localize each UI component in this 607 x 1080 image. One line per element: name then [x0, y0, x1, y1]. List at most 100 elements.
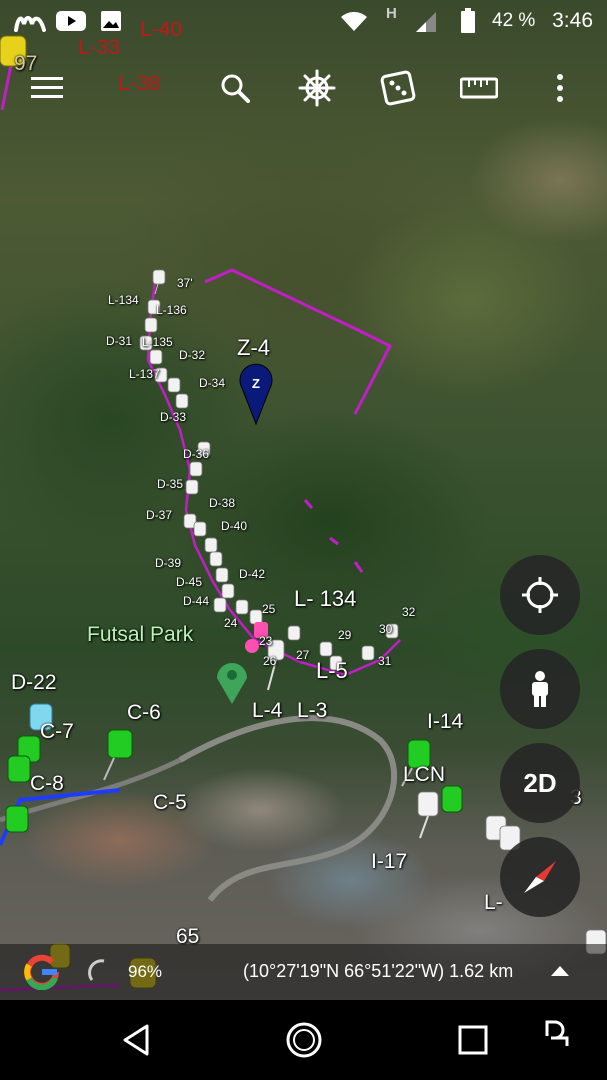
label-l3: L-3 — [297, 699, 328, 722]
label-d31: D-31 — [106, 334, 133, 348]
label-l5: L-5 — [316, 658, 348, 683]
loading-spinner-icon — [88, 959, 105, 981]
feeling-lucky-button[interactable] — [376, 66, 420, 110]
label-futsal-park: Futsal Park — [87, 623, 194, 646]
label-32: 32 — [402, 605, 416, 619]
pushpin — [167, 377, 181, 393]
label-30: 30 — [379, 622, 393, 636]
label-d44: D-44 — [183, 594, 210, 608]
pushpin — [175, 393, 189, 409]
street-view-button[interactable] — [500, 649, 580, 729]
road — [178, 715, 398, 902]
label-24: 24 — [224, 616, 238, 630]
label-23: 23 — [259, 634, 273, 648]
network-type: H — [386, 5, 397, 22]
label-26: 26 — [263, 654, 277, 668]
signal-icon — [416, 12, 436, 32]
label-d39: D-39 — [155, 556, 182, 570]
pushpin — [7, 755, 31, 783]
search-icon — [221, 74, 250, 103]
label-31: 31 — [378, 654, 392, 668]
navigation-bar — [0, 1000, 607, 1080]
my-location-button[interactable] — [500, 555, 580, 635]
label-d37: D-37 — [146, 508, 173, 522]
pushpin — [221, 583, 235, 599]
google-g-logo — [24, 954, 59, 990]
pushpin — [287, 625, 301, 641]
label-lcn: LCN — [403, 763, 446, 786]
pushpin — [144, 317, 158, 333]
pegman-icon — [532, 671, 548, 707]
caret-up-icon[interactable] — [551, 966, 569, 978]
label-c5: C-5 — [153, 791, 187, 814]
z4-pin[interactable]: Z — [239, 363, 273, 426]
place-marker[interactable] — [217, 663, 247, 704]
z4-pin-letter: Z — [252, 376, 260, 391]
label-d42: D-42 — [239, 567, 266, 581]
menu-icon — [31, 77, 63, 98]
clock: 3:46 — [552, 9, 593, 32]
label-d36: D-36 — [183, 447, 210, 461]
back-triangle-icon[interactable] — [117, 1020, 157, 1060]
boundary-topleft — [0, 59, 14, 111]
load-percent: 96% — [128, 962, 163, 981]
home-circle-icon[interactable] — [284, 1020, 324, 1060]
label-d33: D-33 — [160, 410, 187, 424]
pushpin — [193, 521, 207, 537]
ruler-icon — [460, 77, 498, 99]
gallery-icon — [101, 11, 121, 31]
pushpin — [441, 785, 463, 813]
screen-rotate-icon[interactable] — [541, 1014, 581, 1054]
pushpin — [204, 537, 218, 553]
pushpin — [235, 599, 249, 615]
label-l135: L-135 — [142, 335, 173, 349]
label-d40: D-40 — [221, 519, 248, 533]
label-25: 25 — [262, 602, 276, 616]
label-c8: C-8 — [30, 772, 64, 795]
measure-button[interactable] — [457, 66, 501, 110]
wifi-icon — [341, 11, 367, 31]
pushpin — [361, 645, 375, 661]
pushpin — [149, 349, 163, 365]
label-l134-large: L- 134 — [294, 586, 357, 611]
pushpin — [103, 729, 133, 781]
label-l38: L-38 — [118, 72, 161, 95]
more-vert-icon — [557, 74, 563, 102]
menu-button[interactable] — [25, 66, 69, 110]
view-mode-button[interactable]: 2D — [500, 743, 580, 823]
voyager-button[interactable] — [295, 66, 339, 110]
pushpin — [215, 567, 229, 583]
dice-icon — [380, 70, 416, 106]
status-bar: H 42 % 3:46 — [0, 0, 607, 42]
label-d22: D-22 — [11, 671, 57, 694]
label-i14: I-14 — [427, 710, 464, 733]
pushpin — [213, 597, 227, 613]
label-l-partial: L- — [484, 891, 503, 914]
info-bar: 96% (10°27'19"N 66°51'22"W) 1.62 km — [0, 944, 607, 1000]
compass-icon — [524, 861, 556, 893]
label-l134-small: L-134 — [108, 293, 139, 307]
label-i17: I-17 — [371, 850, 408, 873]
youtube-icon — [56, 11, 86, 31]
label-c6: C-6 — [127, 701, 161, 724]
pushpin — [209, 551, 223, 567]
label-29: 29 — [338, 628, 352, 642]
battery-icon — [461, 8, 475, 33]
crosshair-icon — [522, 577, 558, 613]
label-37: 37' — [177, 276, 193, 290]
label-l136: L-136 — [156, 303, 187, 317]
compass-button[interactable] — [500, 837, 580, 917]
label-d34: D-34 — [199, 376, 226, 390]
more-options-button[interactable] — [538, 66, 582, 110]
label-d35: D-35 — [157, 477, 184, 491]
battery-percent: 42 % — [492, 10, 536, 31]
boundary-fragment — [303, 499, 364, 573]
label-d32: D-32 — [179, 348, 206, 362]
label-27: 27 — [296, 648, 310, 662]
pushpin — [189, 461, 203, 477]
recents-square-icon[interactable] — [453, 1020, 493, 1060]
pushpin — [5, 805, 29, 833]
pushpin — [417, 791, 439, 839]
search-button[interactable] — [213, 66, 257, 110]
ship-wheel-icon — [298, 69, 336, 107]
